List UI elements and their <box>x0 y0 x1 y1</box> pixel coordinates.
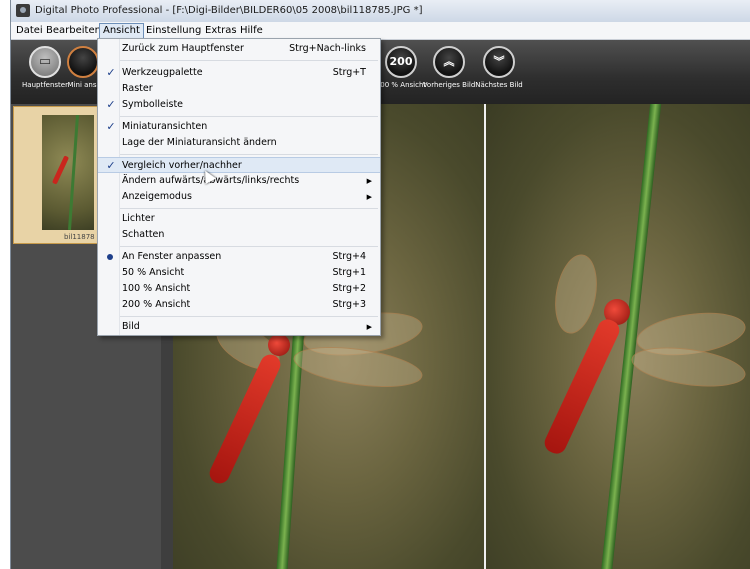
menu-item-anzeigemodus[interactable]: Anzeigemodus ▶ <box>98 189 380 205</box>
check-icon: ✓ <box>106 120 116 133</box>
app-window: Digital Photo Professional - [F:\Digi-Bi… <box>10 0 750 569</box>
after-image-view <box>486 104 750 569</box>
check-icon: ✓ <box>106 159 116 172</box>
thumbnail-caption: bil11878 <box>64 233 95 241</box>
next-image-button[interactable]: ︾ Nächstes Bild <box>471 46 527 102</box>
radio-dot-icon <box>107 254 113 260</box>
submenu-arrow-icon: ▶ <box>366 323 372 331</box>
ansicht-menu: Zurück zum Hauptfenster Strg+Nach-links … <box>97 38 381 336</box>
zoom-200-icon: 200 <box>385 46 417 78</box>
thumbnail-icon <box>67 46 99 78</box>
check-icon: ✓ <box>106 98 116 111</box>
window-title: Digital Photo Professional - [F:\Digi-Bi… <box>35 5 423 16</box>
menu-datei[interactable]: Datei <box>13 24 46 38</box>
menu-item-raster[interactable]: Raster <box>98 81 380 97</box>
submenu-arrow-icon: ▶ <box>366 177 372 185</box>
menu-bearbeiten[interactable]: Bearbeiten <box>43 24 104 38</box>
previous-image-label: Vorheriges Bild <box>422 81 476 89</box>
submenu-arrow-icon: ▶ <box>366 193 372 201</box>
check-icon: ✓ <box>106 66 116 79</box>
menu-item-schatten[interactable]: Schatten <box>98 227 380 243</box>
menu-einstellung[interactable]: Einstellung <box>143 24 204 38</box>
menu-item-zurueck-hauptfenster[interactable]: Zurück zum Hauptfenster Strg+Nach-links <box>98 41 380 57</box>
app-camera-icon <box>16 4 30 17</box>
previous-image-button[interactable]: ︽ Vorheriges Bild <box>421 46 477 102</box>
thumbnail-item[interactable]: bil11878 <box>13 106 103 244</box>
thumbnail-image <box>42 115 94 230</box>
menu-item-aendern-richtung[interactable]: Ändern aufwärts/abwärts/links/rechts ▶ <box>98 173 380 189</box>
menu-item-symbolleiste[interactable]: ✓ Symbolleiste <box>98 97 380 113</box>
menu-item-200-ansicht[interactable]: 200 % Ansicht Strg+3 <box>98 297 380 313</box>
menu-item-bild[interactable]: Bild ▶ <box>98 319 380 335</box>
menu-item-miniaturansichten[interactable]: ✓ Miniaturansichten <box>98 119 380 135</box>
menu-item-vergleich[interactable]: ✓ Vergleich vorher/nachher <box>98 157 380 173</box>
previous-image-icon: ︽ <box>433 46 465 78</box>
menu-extras[interactable]: Extras <box>202 24 240 38</box>
menu-item-an-fenster-anpassen[interactable]: An Fenster anpassen Strg+4 <box>98 249 380 265</box>
menu-item-werkzeugpalette[interactable]: ✓ Werkzeugpalette Strg+T <box>98 65 380 81</box>
next-image-label: Nächstes Bild <box>475 81 523 89</box>
menu-item-100-ansicht[interactable]: 100 % Ansicht Strg+2 <box>98 281 380 297</box>
title-bar: Digital Photo Professional - [F:\Digi-Bi… <box>11 0 750 22</box>
main-window-icon: ▭ <box>29 46 61 78</box>
menu-hilfe[interactable]: Hilfe <box>237 24 266 38</box>
menu-item-lichter[interactable]: Lichter <box>98 211 380 227</box>
menu-ansicht[interactable]: Ansicht <box>99 23 144 39</box>
menu-item-lage-miniaturansicht[interactable]: Lage der Miniaturansicht ändern <box>98 135 380 151</box>
next-image-icon: ︾ <box>483 46 515 78</box>
menu-item-50-ansicht[interactable]: 50 % Ansicht Strg+1 <box>98 265 380 281</box>
